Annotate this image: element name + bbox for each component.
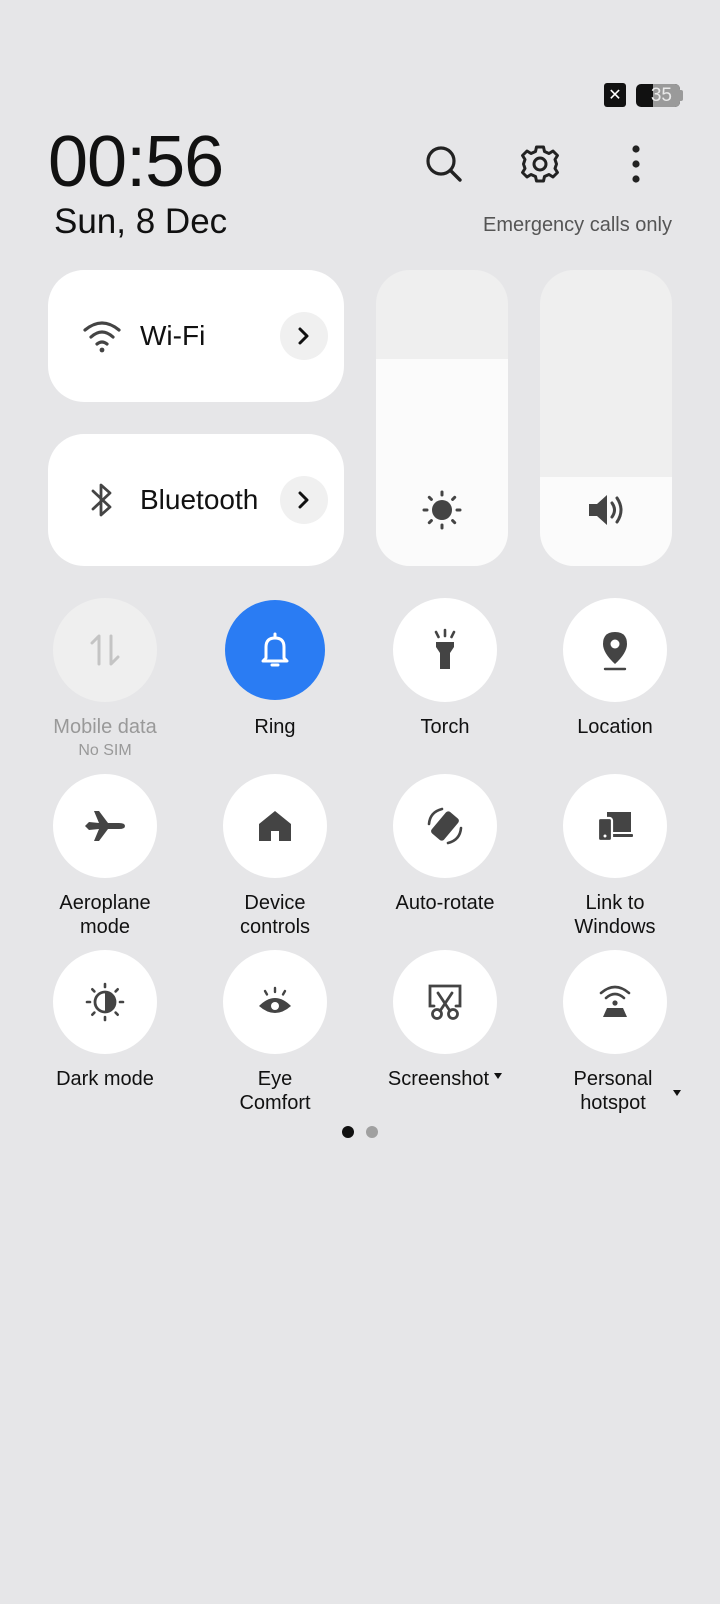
tile-ring[interactable]: Ring xyxy=(190,600,360,739)
pager-dot-2[interactable] xyxy=(366,1126,378,1138)
tile-label: Ring xyxy=(254,716,296,738)
no-sim-icon: ✕ xyxy=(604,83,626,107)
tile-location[interactable]: Location xyxy=(530,598,700,739)
wifi-label: Wi-Fi xyxy=(140,320,206,351)
ring-toggle[interactable] xyxy=(225,600,325,700)
wifi-details-button[interactable] xyxy=(280,312,328,360)
tile-device-controls[interactable]: Device controls xyxy=(190,774,360,939)
network-status: Emergency calls only xyxy=(483,214,672,236)
dark-mode-icon xyxy=(85,982,125,1022)
battery-level: 35 xyxy=(650,85,672,106)
tile-label: Location xyxy=(577,716,653,738)
screenshot-label: Screenshot xyxy=(387,1068,490,1090)
brightness-slider[interactable] xyxy=(376,270,508,566)
tile-mobile-data[interactable]: Mobile data No SIM xyxy=(20,598,190,760)
tile-label: Device controls xyxy=(239,892,311,938)
bluetooth-details-button[interactable] xyxy=(280,476,328,524)
settings-button[interactable] xyxy=(516,140,564,188)
hotspot-icon xyxy=(599,985,631,1017)
hotspot-caret-down-icon[interactable] xyxy=(673,1089,681,1096)
bluetooth-tile[interactable]: Bluetooth xyxy=(48,434,344,566)
home-icon xyxy=(259,811,291,841)
auto-rotate-toggle[interactable] xyxy=(393,774,497,878)
gear-icon xyxy=(521,145,559,183)
brightness-icon xyxy=(376,488,508,532)
bluetooth-icon xyxy=(78,476,126,524)
aeroplane-mode-toggle[interactable] xyxy=(53,774,157,878)
tile-eye-comfort[interactable]: Eye Comfort xyxy=(190,950,360,1115)
tile-auto-rotate[interactable]: Auto-rotate xyxy=(360,774,530,915)
search-button[interactable] xyxy=(420,140,468,188)
date[interactable]: Sun, 8 Dec xyxy=(54,202,227,242)
eye-icon xyxy=(259,986,291,1013)
tile-personal-hotspot[interactable]: Personal hotspot xyxy=(523,950,693,1115)
tile-label: Link to Windows xyxy=(574,892,656,938)
tile-label: Torch xyxy=(420,716,470,738)
volume-icon xyxy=(540,488,672,532)
tile-screenshot[interactable]: Screenshot xyxy=(360,950,530,1091)
mobile-data-toggle[interactable] xyxy=(53,598,157,702)
location-icon xyxy=(603,632,627,671)
tile-label: Screenshot xyxy=(360,1067,530,1091)
personal-hotspot-toggle[interactable] xyxy=(563,950,667,1054)
battery-icon: 35 xyxy=(636,84,680,107)
tile-torch[interactable]: Torch xyxy=(360,598,530,739)
link-to-windows-icon xyxy=(596,812,633,843)
airplane-icon xyxy=(85,811,125,841)
more-options-button[interactable] xyxy=(612,140,660,188)
tile-label: Eye Comfort xyxy=(239,1068,311,1114)
location-toggle[interactable] xyxy=(563,598,667,702)
volume-slider[interactable] xyxy=(540,270,672,566)
more-vertical-icon xyxy=(632,145,640,183)
chevron-right-icon xyxy=(298,327,309,345)
caret-down-icon[interactable] xyxy=(494,1072,503,1079)
dark-mode-toggle[interactable] xyxy=(53,950,157,1054)
tile-label: Personal hotspot xyxy=(573,1068,653,1114)
bell-icon xyxy=(261,632,289,667)
clock[interactable]: 00:56 xyxy=(48,122,224,202)
device-controls-toggle[interactable] xyxy=(223,774,327,878)
auto-rotate-icon xyxy=(427,807,463,845)
screenshot-toggle[interactable] xyxy=(393,950,497,1054)
brightness-level-fill xyxy=(376,358,508,566)
bluetooth-label: Bluetooth xyxy=(140,484,259,515)
torch-icon xyxy=(434,628,456,669)
wifi-tile[interactable]: Wi-Fi xyxy=(48,270,344,402)
eye-comfort-toggle[interactable] xyxy=(223,950,327,1054)
tile-dark-mode[interactable]: Dark mode xyxy=(20,950,190,1091)
battery-cap xyxy=(680,90,683,101)
pager-dot-1[interactable] xyxy=(342,1126,354,1138)
tile-aeroplane-mode[interactable]: Aeroplane mode xyxy=(20,774,190,939)
chevron-right-icon xyxy=(298,491,309,509)
tile-label: Mobile data xyxy=(53,716,157,738)
wifi-icon xyxy=(78,312,126,360)
tile-link-to-windows[interactable]: Link to Windows xyxy=(530,774,700,939)
tile-label: Dark mode xyxy=(56,1068,154,1090)
mobile-data-icon xyxy=(90,634,120,666)
link-to-windows-toggle[interactable] xyxy=(563,774,667,878)
tile-sublabel: No SIM xyxy=(78,742,132,759)
screenshot-icon xyxy=(428,984,462,1020)
tile-label: Aeroplane mode xyxy=(59,892,151,938)
torch-toggle[interactable] xyxy=(393,598,497,702)
tile-label: Auto-rotate xyxy=(395,892,495,914)
search-icon xyxy=(426,146,462,182)
